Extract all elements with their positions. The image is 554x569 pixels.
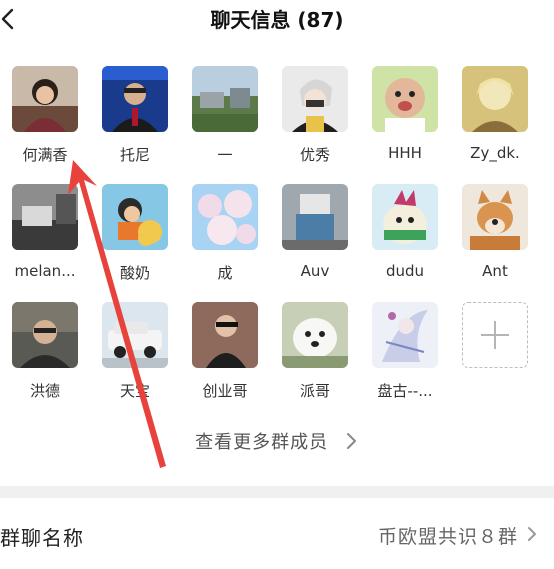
member-avatar — [372, 66, 438, 132]
member-name: 洪德 — [29, 382, 60, 400]
member-name: 创业哥 — [202, 382, 248, 400]
member-name: dudu — [385, 262, 425, 280]
member-item[interactable]: HHH — [360, 66, 450, 166]
member-item[interactable]: 盘古--... — [360, 302, 450, 402]
member-item[interactable]: 派哥 — [270, 302, 360, 402]
member-avatar — [12, 184, 78, 250]
plus-icon — [494, 321, 496, 349]
member-name: 优秀 — [299, 146, 330, 164]
member-item[interactable]: 洪德 — [0, 302, 90, 402]
member-name: Auv — [300, 262, 330, 280]
group-name-row[interactable]: 群聊名称 币欧盟共识８群 — [0, 498, 554, 569]
member-name: 托尼 — [119, 146, 150, 164]
member-avatar — [282, 302, 348, 368]
member-item[interactable]: 创业哥 — [180, 302, 270, 402]
page-title: 聊天信息 (87) — [210, 8, 344, 32]
view-more-members-label: 查看更多群成员 — [195, 432, 329, 453]
member-name: 盘古--... — [377, 382, 433, 400]
member-avatar — [102, 302, 168, 368]
member-name: 派哥 — [299, 382, 330, 400]
member-item[interactable]: dudu — [360, 184, 450, 284]
chevron-right-icon — [346, 433, 356, 449]
member-name: 何满香 — [22, 146, 68, 164]
member-item[interactable]: 成 — [180, 184, 270, 284]
member-avatar — [102, 184, 168, 250]
view-more-members-link[interactable]: 查看更多群成员 — [0, 428, 554, 454]
group-name-label: 群聊名称 — [0, 526, 84, 550]
member-item[interactable]: 优秀 — [270, 66, 360, 166]
member-avatar — [192, 66, 258, 132]
member-name: 酸奶 — [119, 264, 150, 282]
member-avatar — [282, 66, 348, 132]
group-name-value: 币欧盟共识８群 — [377, 526, 518, 548]
member-avatar — [192, 302, 258, 368]
member-name: melan... — [14, 262, 76, 280]
member-item[interactable]: 酸奶 — [90, 184, 180, 284]
member-avatar — [372, 302, 438, 368]
member-item[interactable]: 天宝 — [90, 302, 180, 402]
member-item[interactable]: 何满香 — [0, 66, 90, 166]
member-item[interactable]: melan... — [0, 184, 90, 284]
member-item[interactable]: 托尼 — [90, 66, 180, 166]
member-item[interactable]: Auv — [270, 184, 360, 284]
add-member-button[interactable] — [462, 302, 528, 368]
member-avatar — [102, 66, 168, 132]
member-avatar — [372, 184, 438, 250]
member-avatar — [462, 184, 528, 250]
member-name: 一 — [217, 146, 233, 164]
member-avatar — [462, 66, 528, 132]
member-avatar — [282, 184, 348, 250]
member-item[interactable]: 一 — [180, 66, 270, 166]
member-name: 天宝 — [119, 382, 150, 400]
member-avatar — [12, 302, 78, 368]
member-name: 成 — [217, 264, 233, 282]
member-name: Ant — [482, 262, 508, 280]
member-item[interactable]: Zy_dk. — [450, 66, 540, 166]
section-divider — [0, 486, 554, 498]
member-name: HHH — [388, 144, 422, 162]
header: 聊天信息 (87) — [0, 0, 554, 40]
member-name: Zy_dk. — [470, 144, 520, 162]
member-item[interactable]: Ant — [450, 184, 540, 284]
chevron-right-icon — [528, 527, 536, 541]
member-avatar — [12, 66, 78, 132]
member-avatar — [192, 184, 258, 250]
